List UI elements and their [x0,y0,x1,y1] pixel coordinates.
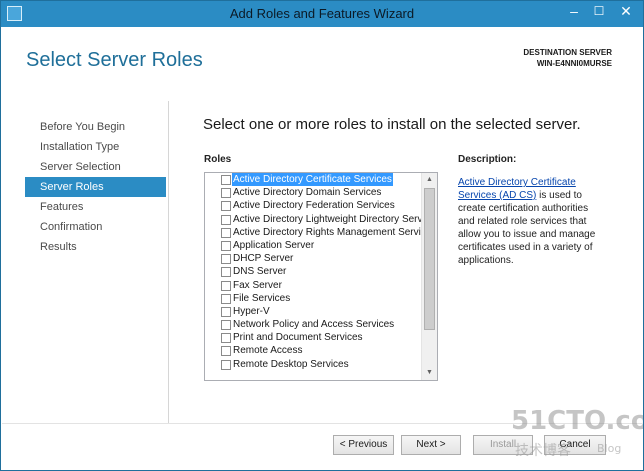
watermark-blog: Blog [597,442,622,455]
role-checkbox[interactable] [221,188,231,199]
role-checkbox[interactable] [221,214,231,225]
role-label: Remote Access [233,345,303,357]
role-checkbox[interactable] [221,175,231,185]
role-label: Active Directory Certificate Services [232,173,393,186]
role-checkbox[interactable] [221,267,231,278]
role-item[interactable]: DNS Server [205,265,422,278]
scroll-up-arrow-icon[interactable]: ▲ [422,173,437,187]
role-item[interactable]: Remote Access [205,344,422,357]
role-label: Fax Server [233,279,282,291]
role-item[interactable]: Active Directory Rights Management Servi… [205,226,426,239]
role-item[interactable]: Fax Server [205,279,422,292]
role-label: Remote Desktop Services [233,358,349,370]
scroll-thumb[interactable] [424,188,435,330]
wizard-window: Add Roles and Features Wizard – ☐ ✕ Sele… [0,0,644,471]
roles-list-box[interactable]: Active Directory Certificate Services Act… [204,172,438,381]
role-label: Print and Document Services [233,332,363,344]
role-label: Application Server [233,239,315,251]
role-item[interactable]: Active Directory Domain Services [205,186,422,199]
role-label: Active Directory Federation Services [233,200,395,212]
sidebar-item[interactable]: Server Selection [25,157,166,177]
role-checkbox[interactable] [221,359,231,370]
role-item[interactable]: Active Directory Federation Services [205,199,422,212]
sidebar-item[interactable]: Confirmation [25,217,166,237]
role-item[interactable]: DHCP Server [205,252,422,265]
destination-label: DESTINATION SERVER [523,48,612,57]
roles-scrollbar[interactable]: ▲ ▼ [421,173,437,380]
role-checkbox[interactable] [221,240,231,251]
role-item[interactable]: Remote Desktop Services [205,358,422,371]
role-checkbox[interactable] [221,306,231,317]
title-bar: Add Roles and Features Wizard – ☐ ✕ [1,1,643,27]
maximize-button[interactable]: ☐ [587,2,611,22]
role-label: Network Policy and Access Services [233,319,395,331]
role-checkbox[interactable] [221,293,231,304]
role-label: Hyper-V [233,305,270,317]
close-button[interactable]: ✕ [611,2,641,22]
role-checkbox[interactable] [221,280,231,291]
window-title: Add Roles and Features Wizard [229,6,415,21]
next-button[interactable]: Next > [401,435,461,455]
role-checkbox[interactable] [221,320,231,331]
sidebar-item[interactable]: Installation Type [25,137,166,157]
wizard-steps-nav: Before You Begin Installation Type Server … [25,117,166,257]
role-item[interactable]: Application Server [205,239,422,252]
watermark: 51CTO.com 技术博客 Blog [511,406,643,468]
role-label: Active Directory Lightweight Directory S… [233,213,425,225]
watermark-site: 51CTO.com [511,406,643,436]
role-item[interactable]: Active Directory Certificate Services [205,173,422,186]
roles-label: Roles [204,154,232,165]
role-item[interactable]: Hyper-V [205,305,422,318]
destination-server-name: WIN-E4NNI0MURSE [536,59,612,68]
sidebar-item[interactable]: Before You Begin [25,117,166,137]
vertical-divider [168,101,169,423]
role-label: DHCP Server [233,253,294,265]
role-item[interactable]: Active Directory Lightweight Directory S… [205,213,425,226]
role-checkbox[interactable] [221,201,231,212]
destination-server-info: DESTINATION SERVER WIN-E4NNI0MURSE [523,47,612,69]
role-description: Active Directory Certificate Services (A… [458,176,596,267]
minimize-button[interactable]: – [561,2,587,22]
description-label: Description: [458,154,517,165]
watermark-tagline: 技术博客 [515,443,571,459]
role-item[interactable]: Network Policy and Access Services [205,318,422,331]
role-item[interactable]: Print and Document Services [205,331,422,344]
scroll-down-arrow-icon[interactable]: ▼ [422,366,437,380]
sidebar-item[interactable]: Features [25,197,166,217]
role-label: DNS Server [233,266,287,278]
description-text: is used to create certification authorit… [458,190,596,266]
role-checkbox[interactable] [221,254,231,265]
instruction-text: Select one or more roles to install on t… [203,116,581,133]
role-label: Active Directory Domain Services [233,187,382,199]
role-checkbox[interactable] [221,227,231,238]
role-item[interactable]: File Services [205,292,422,305]
page-title: Select Server Roles [26,49,203,71]
role-checkbox[interactable] [221,333,231,344]
previous-button[interactable]: < Previous [333,435,394,455]
role-label: File Services [233,292,291,304]
roles-list: Active Directory Certificate Services Act… [205,173,426,371]
wizard-header: Select Server Roles DESTINATION SERVER W… [2,27,642,89]
sidebar-item[interactable]: Server Roles [25,177,166,197]
sidebar-item[interactable]: Results [25,237,166,257]
role-label: Active Directory Rights Management Servi… [233,226,426,238]
role-checkbox[interactable] [221,346,231,357]
